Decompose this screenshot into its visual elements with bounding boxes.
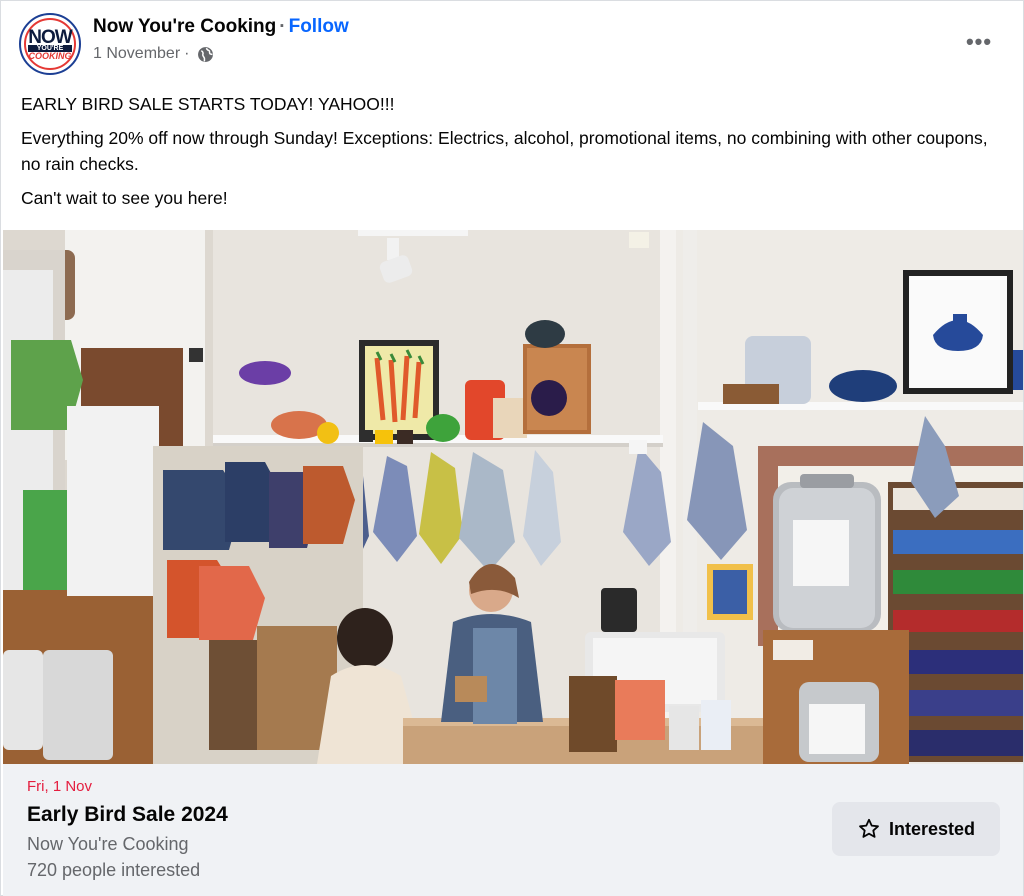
meta-separator: · [184, 45, 190, 62]
post-meta: 1 November · [93, 45, 214, 63]
interested-count: 720 people interested [27, 860, 201, 880]
post-text-line: Everything 20% off now through Sunday! E… [21, 128, 988, 174]
logo-now-text: NOW [28, 26, 72, 48]
event-host: Now You're Cooking [27, 834, 189, 854]
event-cover-photo[interactable] [3, 230, 1023, 764]
logo-cooking-text: COOKING [28, 50, 72, 61]
page-name-link[interactable]: Now You're Cooking [93, 16, 276, 37]
interested-button[interactable]: Interested [832, 802, 1000, 856]
post-header: Now You're Cooking · Follow [93, 16, 349, 38]
more-options-button[interactable]: ••• [959, 27, 999, 57]
post-date-link[interactable]: 1 November [93, 45, 180, 63]
event-title[interactable]: Early Bird Sale 2024 [27, 803, 228, 827]
header-separator: · [279, 16, 286, 37]
globe-icon [198, 46, 214, 62]
more-options-icon: ••• [965, 29, 993, 54]
interested-button-label: Interested [888, 818, 976, 839]
event-info-bar[interactable]: Fri, 1 Nov Early Bird Sale 2024 Now You'… [3, 764, 1023, 896]
post-card: NOW YOU'RE COOKING Now You're Cooking · Fo… [0, 0, 1024, 896]
store-scene-illustration [3, 230, 1023, 764]
post-text-line: Can't wait to see you here! [21, 188, 228, 208]
avatar-logo: NOW YOU'RE COOKING [28, 26, 73, 61]
follow-button[interactable]: Follow [289, 16, 349, 37]
star-icon [859, 818, 879, 838]
event-date: Fri, 1 Nov [27, 778, 93, 795]
post-text-line: EARLY BIRD SALE STARTS TODAY! YAHOO!!! [21, 94, 395, 114]
post-message: EARLY BIRD SALE STARTS TODAY! YAHOO!!! E… [21, 91, 1001, 219]
page-avatar[interactable]: NOW YOU'RE COOKING [19, 13, 81, 75]
